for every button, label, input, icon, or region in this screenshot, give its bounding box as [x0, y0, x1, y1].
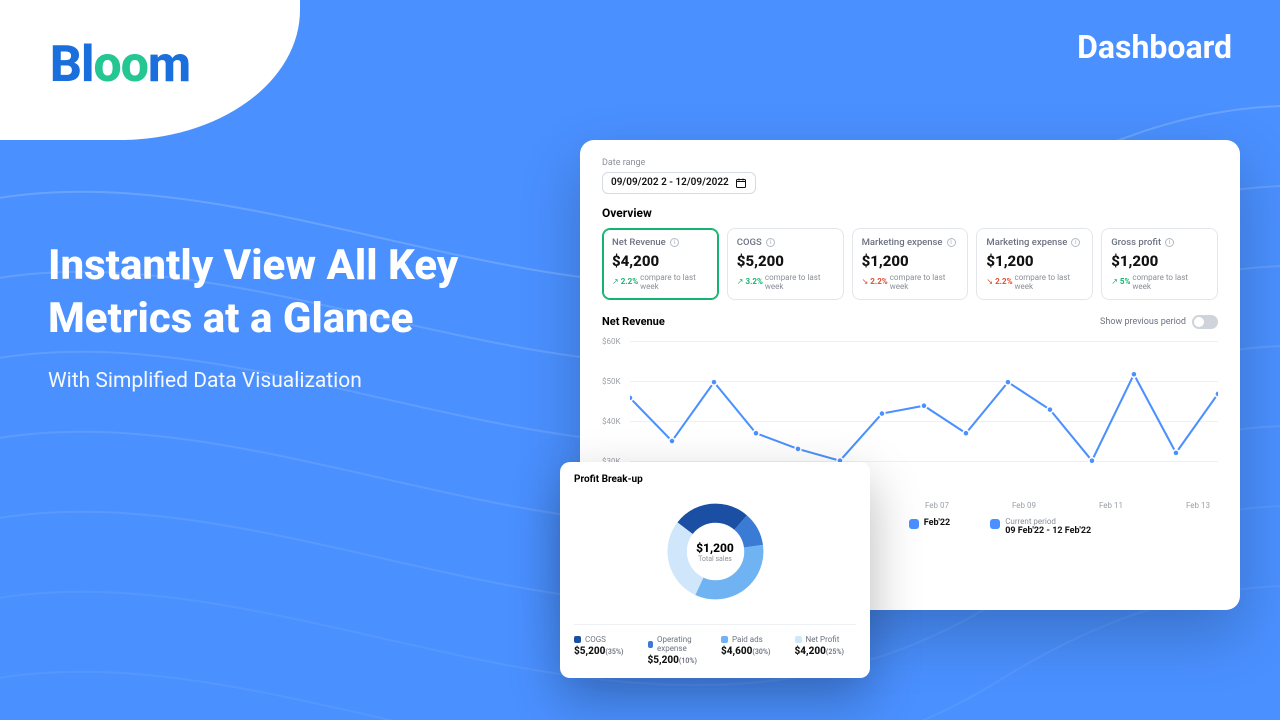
legend-value: $4,200(25%): [795, 646, 857, 657]
x-tick: Feb 13: [1178, 501, 1218, 510]
y-tick: $50K: [602, 377, 621, 386]
metric-delta: ↘2.2% compare to last week: [862, 273, 959, 291]
daterange-picker[interactable]: 09/09/202 2 - 12/09/2022: [602, 172, 756, 194]
legend-label: Net Profit: [806, 635, 840, 644]
metric-value: $4,200: [612, 252, 709, 270]
info-icon[interactable]: i: [766, 238, 775, 247]
metric-value: $1,200: [862, 252, 959, 270]
donut-center-label: Total sales: [696, 555, 734, 563]
legend-label: Feb'22: [924, 518, 950, 528]
metric-value: $5,200: [737, 252, 834, 270]
metric-label: Net Revenue: [612, 237, 666, 248]
page-title: Dashboard: [1077, 28, 1232, 66]
profit-breakup-legend: COGS $5,200(35%) Operating expense $5,200(1…: [574, 624, 856, 666]
metric-label: Marketing expense: [862, 237, 943, 248]
profit-breakup-title: Profit Break-up: [574, 474, 856, 485]
metric-label: COGS: [737, 237, 762, 248]
legend-value: 09 Feb'22 - 12 Feb'22: [1005, 526, 1091, 536]
info-icon[interactable]: i: [947, 238, 956, 247]
legend-swatch: [990, 519, 1000, 529]
legend-swatch: [721, 636, 728, 643]
metric-card[interactable]: Gross profit i $1,200 ↗5% compare to last w…: [1101, 228, 1218, 300]
daterange-value: 09/09/202 2 - 12/09/2022: [611, 177, 729, 188]
info-icon[interactable]: i: [670, 238, 679, 247]
profit-breakup-card: Profit Break-up $1,200 Total sales COGS $…: [560, 462, 870, 678]
chart-title: Net Revenue: [602, 315, 665, 328]
brand-logo: Bloom: [50, 36, 190, 94]
toggle-switch[interactable]: [1192, 315, 1218, 329]
legend-swatch: [574, 636, 581, 643]
daterange-label: Date range: [602, 158, 1218, 168]
metric-delta: ↗5% compare to last week: [1111, 273, 1208, 291]
y-tick: $60K: [602, 337, 621, 346]
profit-breakup-item: Net Profit $4,200(25%): [795, 635, 857, 666]
metric-delta: ↗2.2% compare to last week: [612, 273, 709, 291]
x-tick: Feb 11: [1091, 501, 1131, 510]
x-tick: Feb 07: [917, 501, 957, 510]
legend-value: $5,200(35%): [574, 646, 636, 657]
metric-label: Marketing expense: [986, 237, 1067, 248]
metric-card[interactable]: COGS i $5,200 ↗3.2% compare to last week: [727, 228, 844, 300]
metric-delta: ↗3.2% compare to last week: [737, 273, 834, 291]
metric-label: Gross profit: [1111, 237, 1161, 248]
metric-cards-row: Net Revenue i $4,200 ↗2.2% compare to last …: [602, 228, 1218, 300]
legend-swatch: [648, 641, 653, 648]
legend-label: Operating expense: [657, 635, 709, 653]
x-tick: Feb 09: [1004, 501, 1044, 510]
metric-value: $1,200: [1111, 252, 1208, 270]
toggle-previous-period[interactable]: Show previous period: [1100, 315, 1218, 329]
legend-value: $4,600(30%): [721, 646, 783, 657]
profit-breakup-item: COGS $5,200(35%): [574, 635, 636, 666]
overview-title: Overview: [602, 206, 1218, 220]
metric-card[interactable]: Marketing expense i $1,200 ↘2.2% compare to…: [976, 228, 1093, 300]
hero: Instantly View All Key Metrics at a Glan…: [48, 240, 548, 393]
legend-label: Paid ads: [732, 635, 763, 644]
metric-card[interactable]: Marketing expense i $1,200 ↘2.2% compare to…: [852, 228, 969, 300]
legend-label: COGS: [585, 635, 606, 644]
donut-center-value: $1,200: [696, 541, 734, 555]
metric-card[interactable]: Net Revenue i $4,200 ↗2.2% compare to last …: [602, 228, 719, 300]
legend-swatch: [909, 519, 919, 529]
metric-value: $1,200: [986, 252, 1083, 270]
y-tick: $40K: [602, 417, 621, 426]
metric-delta: ↘2.2% compare to last week: [986, 273, 1083, 291]
legend-swatch: [795, 636, 802, 643]
toggle-label: Show previous period: [1100, 317, 1186, 327]
legend-value: $5,200(10%): [648, 655, 710, 666]
hero-headline: Instantly View All Key Metrics at a Glan…: [48, 240, 548, 345]
donut-chart: $1,200 Total sales: [574, 489, 856, 614]
profit-breakup-item: Paid ads $4,600(30%): [721, 635, 783, 666]
legend-label: Current period: [1005, 518, 1091, 527]
profit-breakup-item: Operating expense $5,200(10%): [648, 635, 710, 666]
calendar-icon: [735, 177, 747, 189]
info-icon[interactable]: i: [1165, 238, 1174, 247]
hero-sub: With Simplified Data Visualization: [48, 369, 548, 393]
info-icon[interactable]: i: [1071, 238, 1080, 247]
